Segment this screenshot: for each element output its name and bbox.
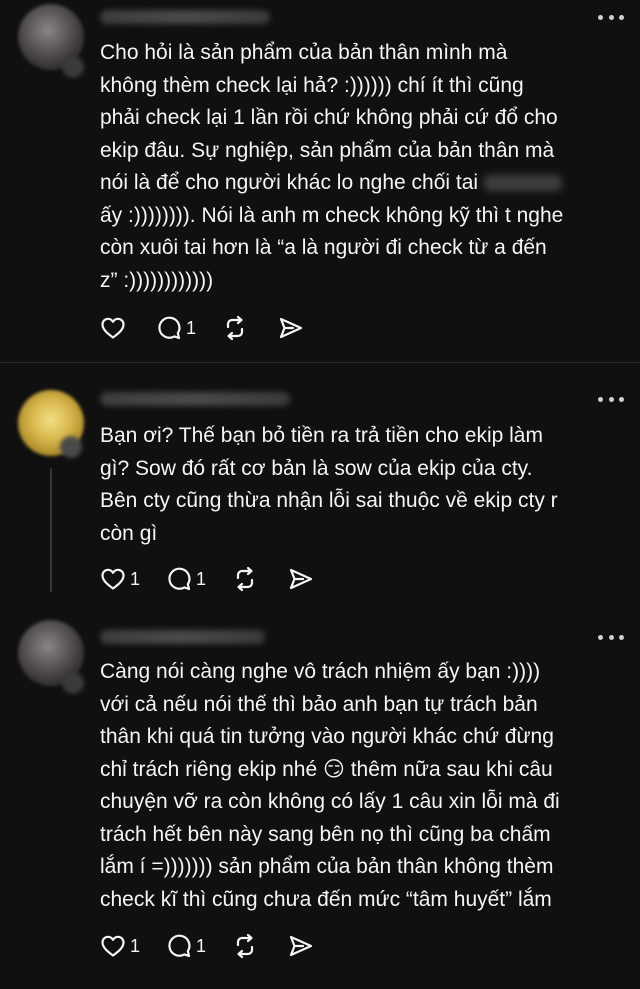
share-button[interactable] — [278, 316, 308, 340]
like-button[interactable]: 1 — [100, 934, 140, 958]
repost-icon — [236, 933, 254, 959]
more-dots-icon[interactable] — [598, 12, 624, 22]
share-button[interactable] — [288, 567, 318, 591]
post-actions: 1 1 — [100, 564, 344, 594]
send-icon — [289, 568, 313, 590]
more-dots-icon[interactable] — [598, 632, 624, 642]
like-count: 1 — [130, 935, 141, 956]
post-3: Càng nói càng nghe vô trách nhiệm ấy bạn… — [0, 612, 640, 989]
share-button[interactable] — [288, 934, 318, 958]
heart-icon — [101, 568, 125, 590]
username[interactable] — [100, 630, 265, 644]
redacted-text — [483, 175, 562, 192]
repost-button[interactable] — [232, 566, 262, 592]
like-count: 1 — [130, 568, 141, 589]
send-icon — [289, 935, 313, 957]
post-1: Cho hỏi là sản phẩm của bản thân mình mà… — [0, 0, 640, 362]
comment-bubble-icon — [168, 934, 191, 958]
send-icon — [279, 317, 303, 339]
comment-button[interactable]: 1 — [166, 933, 206, 959]
post-actions: 1 — [100, 313, 334, 343]
heart-icon — [101, 317, 125, 339]
comment-button[interactable]: 1 — [156, 315, 196, 341]
username[interactable] — [100, 392, 290, 406]
comment-button[interactable]: 1 — [166, 566, 206, 592]
avatar-follow-badge[interactable] — [62, 56, 84, 78]
comment-count: 1 — [186, 317, 197, 338]
avatar-follow-badge[interactable] — [62, 672, 84, 694]
more-dots-icon[interactable] — [598, 394, 624, 404]
repost-button[interactable] — [222, 315, 252, 341]
username[interactable] — [100, 10, 270, 24]
comment-count: 1 — [196, 935, 207, 956]
comment-bubble-icon — [158, 316, 181, 340]
like-button[interactable] — [100, 316, 130, 340]
post-text: Cho hỏi là sản phẩm của bản thân mình mà… — [100, 41, 564, 292]
heart-icon — [101, 935, 125, 957]
repost-icon — [236, 566, 254, 592]
comment-count: 1 — [196, 568, 207, 589]
comment-bubble-icon — [168, 567, 191, 591]
thread-line — [50, 468, 52, 592]
post-2: Bạn ơi? Thế bạn bỏ tiền ra trả tiền cho … — [0, 362, 640, 612]
post-text: Bạn ơi? Thế bạn bỏ tiền ra trả tiền cho … — [100, 424, 558, 545]
smirk-emoji: 😏 — [322, 757, 345, 781]
avatar-follow-badge[interactable] — [60, 436, 82, 458]
post-text: Càng nói càng nghe vô trách nhiệm ấy bạn… — [100, 660, 560, 911]
like-button[interactable]: 1 — [100, 567, 140, 591]
repost-button[interactable] — [232, 933, 262, 959]
post-actions: 1 1 — [100, 931, 344, 961]
repost-icon — [226, 315, 244, 341]
